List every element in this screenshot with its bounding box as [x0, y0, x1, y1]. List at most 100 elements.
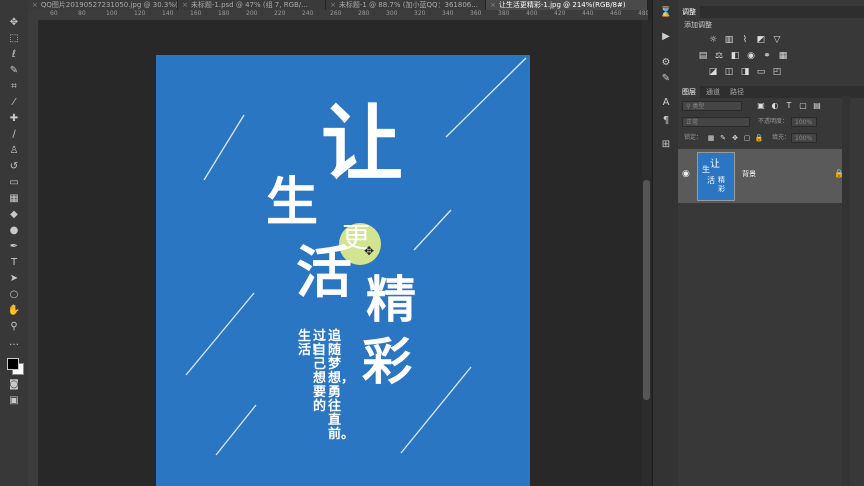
poster-char-sheng: 生: [266, 172, 319, 233]
shape-icon[interactable]: ○: [7, 288, 21, 302]
poster-slogan-left-2: 生活！: [298, 329, 325, 358]
lock-label: 锁定：: [684, 134, 703, 141]
tab-document-2[interactable]: × 未标题-1.psd @ 47% (组 7, RGB/...: [178, 0, 326, 10]
eraser-icon[interactable]: ▭: [7, 176, 21, 190]
channel-mixer-icon[interactable]: ⚭: [762, 51, 772, 61]
screen-mode-icon[interactable]: ▣: [7, 394, 21, 408]
poster-canvas[interactable]: 让 生 更 ✥ 活 精 彩 追随梦想，勇往直前。 过自己想要的 生活！: [156, 55, 530, 486]
thumb-char-sheng: 生: [702, 165, 710, 174]
stamp-icon[interactable]: ♙: [7, 144, 21, 158]
right-panels: 调整 添加调整 ☼ ▥ ⌇ ◩ ▽ ▤ ⚖ ◧ ◉ ⚭ ▦ ◪ ◫ ◨ ▭ ◰ …: [678, 0, 864, 486]
canvas-scrollbar[interactable]: [642, 20, 651, 486]
fill-input[interactable]: 100%: [791, 133, 817, 143]
ruler-number: 460: [610, 10, 622, 17]
move-icon[interactable]: ✥: [7, 16, 21, 30]
properties-icon[interactable]: ⚙: [659, 56, 673, 70]
fill-label: 填充：: [772, 134, 791, 141]
blur-icon[interactable]: ◆: [7, 208, 21, 222]
marquee-icon[interactable]: ⬚: [7, 32, 21, 46]
tab-paths[interactable]: 路径: [726, 86, 748, 98]
lasso-icon[interactable]: ℓ: [7, 48, 21, 62]
path-select-icon[interactable]: ➤: [7, 272, 21, 286]
lock-artboard-icon[interactable]: ▢: [742, 133, 752, 143]
paragraph-icon[interactable]: ¶: [659, 114, 673, 128]
eye-icon[interactable]: ◉: [682, 169, 690, 179]
selective-color-icon[interactable]: ◰: [772, 67, 782, 77]
close-icon[interactable]: ×: [32, 1, 38, 9]
actions-icon[interactable]: ▶: [659, 30, 673, 44]
adjust-brush-icon[interactable]: ✎: [659, 72, 673, 86]
close-icon[interactable]: ×: [182, 1, 188, 9]
filter-kind-label: 类型: [692, 103, 705, 110]
close-icon[interactable]: ×: [490, 1, 496, 9]
ruler-number: 320: [414, 10, 426, 17]
vibrance-icon[interactable]: ▽: [772, 35, 782, 45]
close-icon[interactable]: ×: [330, 1, 336, 9]
levels-icon[interactable]: ▥: [724, 35, 734, 45]
filter-pixel-icon[interactable]: ▣: [756, 101, 766, 111]
history-icon[interactable]: ⌛: [659, 6, 673, 20]
ruler-number: 60: [50, 10, 58, 17]
layer-filter-select[interactable]: ⚲ 类型: [682, 101, 742, 111]
quick-select-icon[interactable]: ✎: [7, 64, 21, 78]
ruler-number: 440: [582, 10, 594, 17]
threshold-icon[interactable]: ◨: [740, 67, 750, 77]
gradient-map-icon[interactable]: ▭: [756, 67, 766, 77]
gradient-icon[interactable]: ▦: [7, 192, 21, 206]
quick-mask-icon[interactable]: ◙: [7, 378, 21, 392]
bw-icon[interactable]: ◧: [730, 51, 740, 61]
color-lookup-icon[interactable]: ▦: [778, 51, 788, 61]
lock-all-icon[interactable]: 🔒: [754, 133, 764, 143]
ruler-number: 140: [162, 10, 174, 17]
history-brush-icon[interactable]: ↺: [7, 160, 21, 174]
dodge-icon[interactable]: ●: [7, 224, 21, 238]
lock-pixels-icon[interactable]: ✎: [718, 133, 728, 143]
filter-smart-icon[interactable]: ▤: [812, 101, 822, 111]
ruler-number: 80: [78, 10, 86, 17]
adjustments-panel-header: 调整: [678, 6, 864, 18]
poster-char-rang: 让: [321, 96, 404, 192]
zoom-icon[interactable]: ⚲: [7, 320, 21, 334]
tab-layers[interactable]: 图层: [678, 86, 700, 98]
type-icon[interactable]: T: [7, 256, 21, 270]
hue-icon[interactable]: ▤: [698, 51, 708, 61]
tab-adjustments[interactable]: 调整: [678, 6, 700, 18]
healing-icon[interactable]: ✚: [7, 112, 21, 126]
lock-transparent-icon[interactable]: ▦: [706, 133, 716, 143]
curves-icon[interactable]: ⌇: [740, 35, 750, 45]
add-adjustment-label: 添加调整: [684, 21, 712, 29]
exposure-icon[interactable]: ◩: [756, 35, 766, 45]
tab-document-3[interactable]: × 未标题-1 @ 88.7% (加小蓝QQ：361806...: [326, 0, 486, 10]
ruler-number: 240: [302, 10, 314, 17]
brush-icon[interactable]: ∕: [7, 128, 21, 142]
poster-char-huo: 活: [296, 240, 352, 306]
tab-channels[interactable]: 通道: [702, 86, 724, 98]
photo-filter-icon[interactable]: ◉: [746, 51, 756, 61]
tab-document-1[interactable]: × QQ图片20190527231050.jpg @ 30.3%(R...: [28, 0, 178, 10]
eyedropper-icon[interactable]: ⁄: [7, 96, 21, 110]
posterize-icon[interactable]: ◫: [724, 67, 734, 77]
layers-scrollbar[interactable]: [842, 96, 850, 486]
blend-mode-select[interactable]: 正常: [682, 117, 750, 127]
tab-label: QQ图片20190527231050.jpg @ 30.3%(R...: [40, 1, 178, 9]
filter-type-icon[interactable]: T: [784, 101, 794, 111]
character-icon[interactable]: A: [659, 96, 673, 110]
lock-position-icon[interactable]: ✥: [730, 133, 740, 143]
layer-name[interactable]: 背景: [742, 169, 756, 179]
scrollbar-thumb[interactable]: [643, 180, 650, 400]
filter-shape-icon[interactable]: ▢: [798, 101, 808, 111]
hand-icon[interactable]: ✋: [7, 304, 21, 318]
layer-row-background[interactable]: ◉ 让 生 活 精 彩 背景 🔒: [678, 149, 848, 203]
tab-document-4[interactable]: × 让生活更精彩-1.jpg @ 214%(RGB/8#): [486, 0, 648, 10]
crop-icon[interactable]: ⌗: [7, 80, 21, 94]
ruler-number: 400: [526, 10, 538, 17]
invert-icon[interactable]: ◪: [708, 67, 718, 77]
brightness-icon[interactable]: ☼: [708, 35, 718, 45]
filter-adjust-icon[interactable]: ◐: [770, 101, 780, 111]
opacity-input[interactable]: 100%: [791, 117, 817, 127]
ruler-number: 280: [358, 10, 370, 17]
plugin-icon[interactable]: ⊞: [659, 138, 673, 152]
color-balance-icon[interactable]: ⚖: [714, 51, 724, 61]
more-tools-icon[interactable]: …: [7, 336, 21, 350]
pen-icon[interactable]: ✒: [7, 240, 21, 254]
